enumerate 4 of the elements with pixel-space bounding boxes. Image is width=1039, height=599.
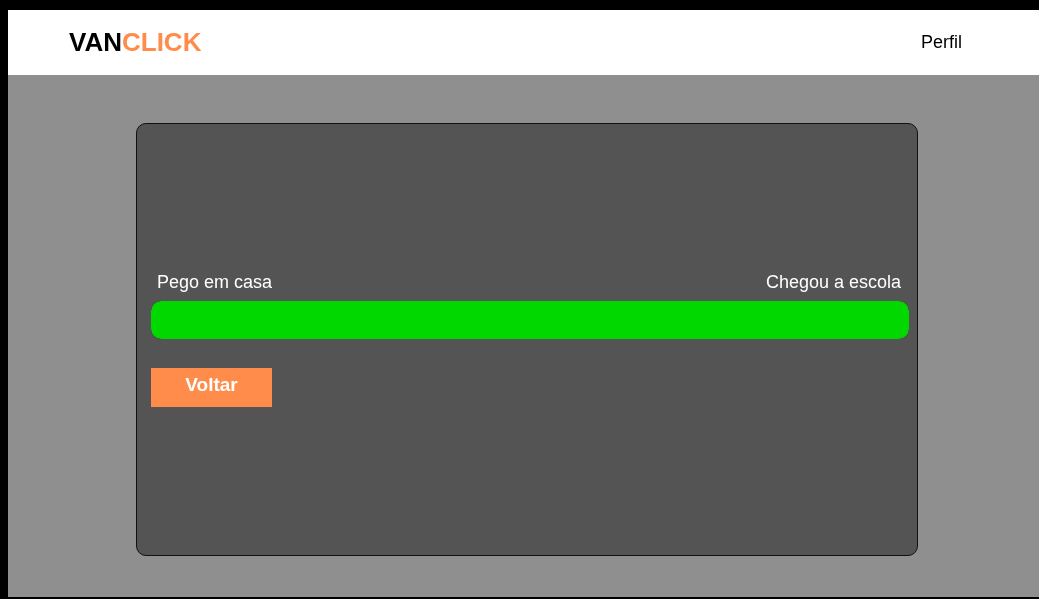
end-label: Chegou a escola — [765, 272, 901, 293]
profile-link[interactable]: Perfil — [921, 32, 962, 53]
logo: VANCLICK — [69, 27, 202, 58]
start-label: Pego em casa — [157, 272, 273, 293]
